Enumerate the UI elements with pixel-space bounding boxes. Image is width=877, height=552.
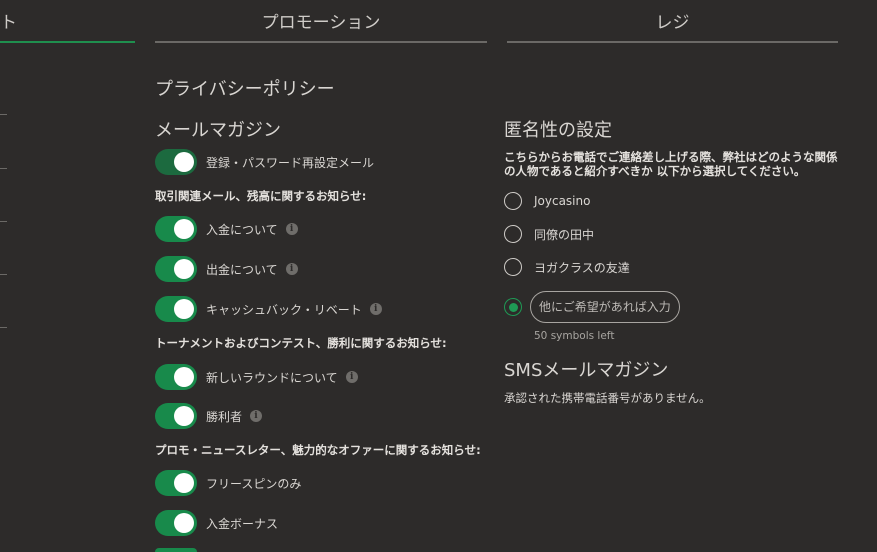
toggle-knob [174,259,194,279]
toggle-knob [174,219,194,239]
toggle-knob [174,152,194,172]
radio-row-joycasino: Joycasino [504,191,590,211]
info-icon[interactable]: i [345,371,358,383]
toggle-row-registration-email: 登録・パスワード再設定メール [155,149,374,175]
tab-account[interactable]: ト [0,8,17,33]
toggle-row-deposit: 入金について i [155,216,298,242]
toggle-label: 入金ボーナス [206,516,279,531]
newsletter-title: メールマガジン [155,120,281,141]
registration-email-toggle[interactable] [155,149,197,175]
toggle-knob [174,406,194,426]
deposit-bonus-toggle[interactable] [155,510,197,536]
tab-promotions-underline [155,41,487,43]
radio-row-custom [504,290,680,324]
next-toggle-partial[interactable] [155,548,197,552]
anonymity-description: こちらからお電話でご連絡差し上げる際、弊社はどのような関係の人物であると紹介すべ… [504,150,838,178]
toggle-label: フリースピンのみ [206,476,302,491]
radio-label: ヨガクラスの友達 [534,260,630,275]
toggle-row-new-round: 新しいラウンドについて i [155,364,358,390]
sms-message: 承認された携帯電話番号がありません。 [504,391,711,405]
anonymity-title: 匿名性の設定 [504,120,612,141]
info-icon[interactable]: i [285,263,298,275]
group-title-promo: プロモ・ニュースレター、魅力的なオファーに関するお知らせ: [155,443,481,457]
toggle-knob [174,299,194,319]
toggle-row-deposit-bonus: 入金ボーナス [155,510,278,536]
toggle-label: 新しいラウンドについて [206,370,338,385]
toggle-row-freespins: フリースピンのみ [155,470,301,496]
toggle-row-cashback: キャッシュバック・リベート i [155,296,382,322]
toggle-label: 勝利者 [206,409,243,424]
info-icon[interactable]: i [369,303,382,315]
tab-account-underline [0,41,135,43]
deposit-toggle[interactable] [155,216,197,242]
new-round-toggle[interactable] [155,364,197,390]
freespins-toggle[interactable] [155,470,197,496]
withdrawal-toggle[interactable] [155,256,197,282]
cashback-toggle[interactable] [155,296,197,322]
custom-relation-input[interactable] [530,291,680,323]
tab-promotions[interactable]: プロモーション [155,8,487,33]
privacy-policy-link[interactable]: プライバシーポリシー [155,75,335,101]
radio-row-colleague: 同僚の田中 [504,224,594,244]
colleague-radio[interactable] [504,225,522,243]
tab-cashier[interactable]: レジ [507,8,838,33]
radio-label: 同僚の田中 [534,227,595,242]
sidebar-divider [0,327,7,328]
info-icon[interactable]: i [285,223,298,235]
toggle-label: 登録・パスワード再設定メール [206,155,375,170]
toggle-knob [174,473,194,493]
info-icon[interactable]: i [250,410,263,422]
symbols-left-counter: 50 symbols left [534,330,615,342]
toggle-label: 出金について [206,262,278,277]
toggle-row-winners: 勝利者 i [155,403,263,429]
toggle-knob [174,367,194,387]
toggle-row-withdrawal: 出金について i [155,256,298,282]
sidebar-divider [0,168,7,169]
joycasino-radio[interactable] [504,192,522,210]
winners-toggle[interactable] [155,403,197,429]
custom-radio[interactable] [504,298,522,316]
yoga-friend-radio[interactable] [504,258,522,276]
toggle-label: 入金について [206,222,278,237]
sidebar-divider [0,114,7,115]
tab-cashier-underline [507,41,838,43]
radio-label: Joycasino [534,194,591,208]
group-title-tournaments: トーナメントおよびコンテスト、勝利に関するお知らせ: [155,336,447,350]
sidebar-divider [0,221,7,222]
toggle-knob [174,513,194,533]
sms-title: SMSメールマガジン [504,360,669,381]
toggle-label: キャッシュバック・リベート [206,302,362,317]
group-title-transactions: 取引関連メール、残高に関するお知らせ: [155,189,367,203]
sidebar-divider [0,274,7,275]
radio-row-yoga-friend: ヨガクラスの友達 [504,257,630,277]
